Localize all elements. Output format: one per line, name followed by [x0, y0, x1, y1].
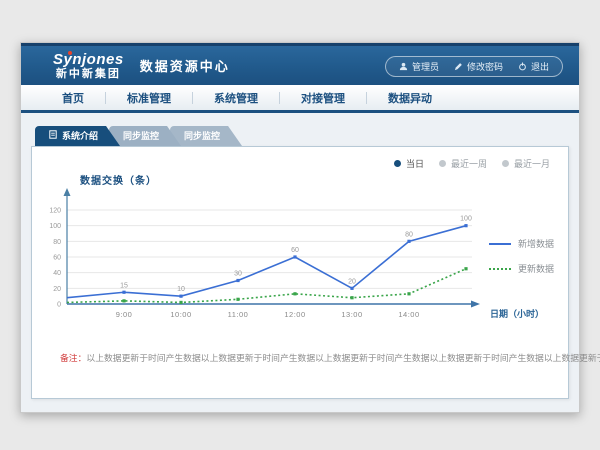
radio-dot-icon [439, 160, 446, 167]
nav-item-data-change[interactable]: 数据异动 [367, 90, 453, 106]
svg-text:14:00: 14:00 [398, 310, 419, 319]
chart-container: 0 20 40 60 80 100 120 9:00 10:00 11:00 12:00 13:00 1… [32, 185, 552, 335]
svg-text:9:00: 9:00 [116, 310, 133, 319]
brand-logo-wordmark: Synjones [53, 52, 124, 69]
line-chart: 0 20 40 60 80 100 120 9:00 10:00 11:00 12:00 13:00 1… [32, 185, 552, 335]
tab-bar: 系统介绍 同步监控 同步监控 [35, 126, 579, 146]
svg-text:11:00: 11:00 [228, 310, 249, 319]
svg-text:15: 15 [120, 282, 128, 289]
svg-text:80: 80 [53, 239, 61, 246]
svg-text:100: 100 [49, 223, 61, 230]
tab-system-intro[interactable]: 系统介绍 [35, 126, 120, 146]
brand-logo: Synjones 新中新集团 [53, 51, 124, 81]
tab-label: 系统介绍 [62, 126, 98, 146]
current-user-button[interactable]: 管理员 [399, 60, 439, 73]
nav-item-interface-mgmt[interactable]: 对接管理 [280, 90, 366, 106]
radio-label: 当日 [406, 157, 424, 170]
nav-item-standard-mgmt[interactable]: 标准管理 [106, 90, 192, 106]
page-title: 数据资源中心 [140, 56, 230, 75]
legend-label: 更新数据 [518, 262, 554, 275]
svg-text:20: 20 [53, 286, 61, 293]
svg-text:10:00: 10:00 [170, 310, 191, 319]
main-nav: 首页 标准管理 系统管理 对接管理 数据异动 [21, 85, 579, 113]
svg-text:12:00: 12:00 [284, 310, 305, 319]
time-range-filter: 当日 最近一周 最近一月 [394, 157, 550, 170]
svg-text:60: 60 [291, 247, 299, 254]
radio-today[interactable]: 当日 [394, 157, 424, 170]
svg-text:0: 0 [57, 302, 61, 309]
radio-dot-icon [502, 160, 509, 167]
solid-line-swatch-icon [489, 243, 511, 245]
legend-label: 新增数据 [518, 237, 554, 250]
legend-item-updated-data: 更新数据 [489, 262, 554, 275]
app-header: Synjones 新中新集团 数据资源中心 管理员 修改密码 退出 [21, 43, 579, 85]
svg-text:20: 20 [348, 278, 356, 285]
change-password-button[interactable]: 修改密码 [454, 60, 503, 73]
edit-icon [454, 62, 463, 71]
footnote: 备注：以上数据更新于时间产生数据以上数据更新于时间产生数据以上数据更新于时间产生… [60, 351, 600, 364]
logout-button[interactable]: 退出 [518, 60, 549, 73]
app-window: Synjones 新中新集团 数据资源中心 管理员 修改密码 退出 [20, 42, 580, 413]
radio-label: 最近一月 [514, 157, 550, 170]
logout-label: 退出 [531, 60, 549, 73]
svg-text:日期（小时）: 日期（小时） [490, 308, 544, 319]
footnote-prefix: 备注： [60, 353, 86, 363]
svg-text:120: 120 [49, 208, 61, 215]
legend-item-new-data: 新增数据 [489, 237, 554, 250]
radio-last-month[interactable]: 最近一月 [502, 157, 550, 170]
svg-text:40: 40 [53, 270, 61, 277]
change-password-label: 修改密码 [467, 60, 503, 73]
tab-label: 同步监控 [184, 126, 220, 146]
svg-text:100: 100 [460, 216, 472, 223]
brand-dot-icon [68, 51, 72, 55]
radio-label: 最近一周 [451, 157, 487, 170]
svg-text:30: 30 [234, 271, 242, 278]
svg-text:60: 60 [53, 255, 61, 262]
nav-item-system-mgmt[interactable]: 系统管理 [193, 90, 279, 106]
nav-item-home[interactable]: 首页 [41, 90, 105, 106]
power-icon [518, 62, 527, 71]
document-icon [49, 126, 57, 146]
brand-logo-cn: 新中新集团 [53, 68, 124, 80]
chart-legend: 新增数据 更新数据 [489, 237, 554, 287]
svg-text:80: 80 [405, 231, 413, 238]
chart-panel: 当日 最近一周 最近一月 数据交换（条） 0204060801001209:00… [31, 146, 569, 399]
svg-text:10: 10 [177, 286, 185, 293]
tab-label: 同步监控 [123, 126, 159, 146]
content-area: 系统介绍 同步监控 同步监控 当日 最近一周 [21, 116, 579, 412]
radio-dot-icon [394, 160, 401, 167]
radio-last-week[interactable]: 最近一周 [439, 157, 487, 170]
tab-sync-monitor-2[interactable]: 同步监控 [170, 126, 242, 146]
svg-text:13:00: 13:00 [341, 310, 362, 319]
footnote-text: 以上数据更新于时间产生数据以上数据更新于时间产生数据以上数据更新于时间产生数据以… [86, 353, 600, 363]
user-toolbar: 管理员 修改密码 退出 [385, 56, 563, 77]
person-icon [399, 62, 408, 71]
dotted-line-swatch-icon [489, 268, 511, 270]
current-user-label: 管理员 [412, 60, 439, 73]
